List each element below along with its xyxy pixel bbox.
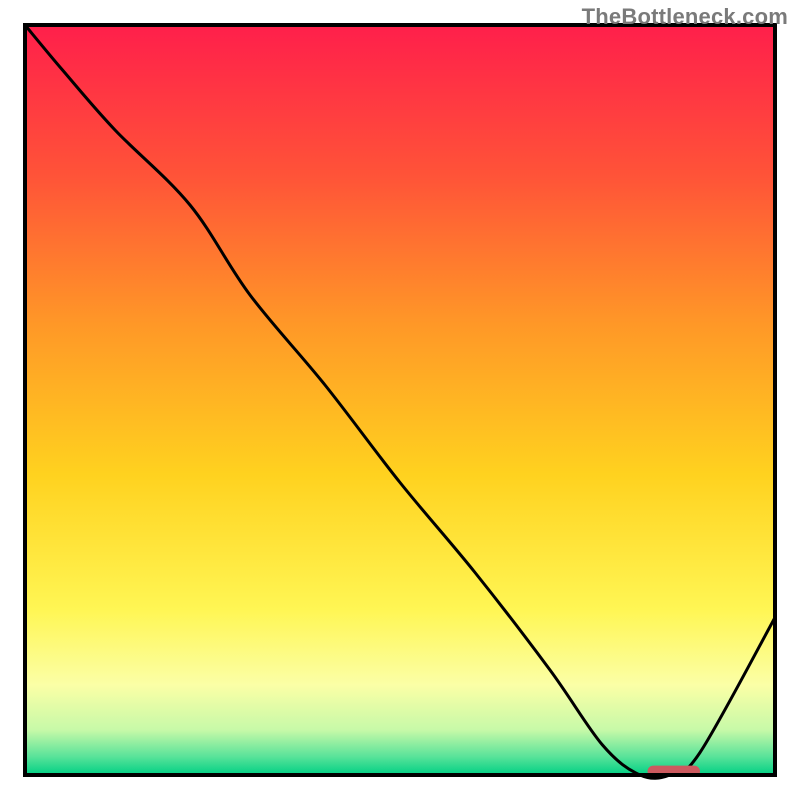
bottleneck-chart: TheBottleneck.com <box>0 0 800 800</box>
plot-background <box>25 25 775 775</box>
chart-svg <box>0 0 800 800</box>
watermark-text: TheBottleneck.com <box>582 4 788 30</box>
